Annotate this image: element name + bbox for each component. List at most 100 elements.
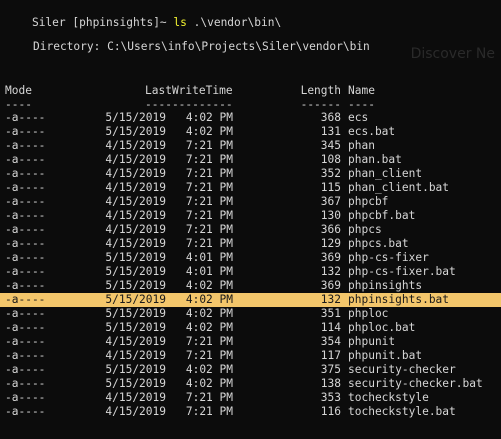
terminal-window[interactable]: Discover Ne Siler [phpinsights]~ ls .\ve… bbox=[0, 0, 501, 439]
file-name: phan_client.bat bbox=[348, 181, 450, 194]
file-time: 7:21 PM bbox=[185, 405, 233, 418]
file-row[interactable]: -a---- 5/15/2019 4:02 PM 375 security-checke… bbox=[0, 363, 501, 377]
file-row[interactable]: -a---- 4/15/2019 7:21 PM 108 phan.bat bbox=[0, 153, 501, 167]
file-row[interactable]: -a---- 4/15/2019 7:21 PM 366 phpcs bbox=[0, 223, 501, 237]
sep-lastwrite: ------------- bbox=[145, 98, 233, 111]
file-date: 5/15/2019 bbox=[105, 279, 166, 292]
file-date: 5/15/2019 bbox=[105, 307, 166, 320]
file-date: 4/15/2019 bbox=[105, 405, 166, 418]
file-date: 4/15/2019 bbox=[105, 167, 166, 180]
file-mode: -a---- bbox=[5, 167, 46, 180]
file-name: php-cs-fixer.bat bbox=[348, 265, 456, 278]
file-mode: -a---- bbox=[5, 125, 46, 138]
file-mode: -a---- bbox=[5, 181, 46, 194]
file-row[interactable]: -a---- 4/15/2019 7:21 PM 353 tocheckstyle bbox=[0, 391, 501, 405]
file-row[interactable]: -a---- 4/15/2019 7:21 PM 352 phan_client bbox=[0, 167, 501, 181]
file-date: 5/15/2019 bbox=[105, 321, 166, 334]
file-mode: -a---- bbox=[5, 153, 46, 166]
file-time: 4:02 PM bbox=[185, 377, 233, 390]
file-row[interactable]: -a---- 4/15/2019 7:21 PM 117 phpunit.bat bbox=[0, 349, 501, 363]
sep-length: ------ bbox=[300, 98, 341, 111]
file-length: 130 bbox=[320, 209, 341, 222]
file-name: php-cs-fixer bbox=[348, 251, 429, 264]
header-name: Name bbox=[348, 84, 375, 97]
file-time: 4:02 PM bbox=[185, 279, 233, 292]
file-row[interactable]: -a---- 4/15/2019 7:21 PM 354 phpunit bbox=[0, 335, 501, 349]
file-name: phploc bbox=[348, 307, 389, 320]
file-row[interactable]: -a---- 5/15/2019 4:01 PM 369 php-cs-fixer bbox=[0, 251, 501, 265]
sep-mode: ---- bbox=[5, 98, 32, 111]
file-row[interactable]: -a---- 4/15/2019 7:21 PM 367 phpcbf bbox=[0, 195, 501, 209]
file-mode: -a---- bbox=[5, 363, 46, 376]
file-length: 131 bbox=[320, 125, 341, 138]
file-length: 116 bbox=[320, 405, 341, 418]
file-date: 5/15/2019 bbox=[105, 125, 166, 138]
file-time: 4:02 PM bbox=[185, 307, 233, 320]
file-name: phan.bat bbox=[348, 153, 402, 166]
file-name: phpunit bbox=[348, 335, 396, 348]
file-time: 4:02 PM bbox=[185, 363, 233, 376]
file-mode: -a---- bbox=[5, 237, 46, 250]
prompt-line: Siler [phpinsights]~ ls .\vendor\bin\ bbox=[5, 2, 281, 29]
file-mode: -a---- bbox=[5, 139, 46, 152]
file-date: 5/15/2019 bbox=[105, 251, 166, 264]
file-row[interactable]: -a---- 4/15/2019 7:21 PM 345 phan bbox=[0, 139, 501, 153]
file-row[interactable]: -a---- 5/15/2019 4:02 PM 131 ecs.bat bbox=[0, 125, 501, 139]
column-separators: ---- ------------- ------ ---- bbox=[5, 98, 495, 112]
file-date: 4/15/2019 bbox=[105, 391, 166, 404]
file-mode: -a---- bbox=[5, 405, 46, 418]
file-date: 4/15/2019 bbox=[105, 139, 166, 152]
directory-line: Directory: C:\Users\info\Projects\Siler\… bbox=[33, 40, 370, 53]
file-length: 375 bbox=[320, 363, 341, 376]
file-length: 108 bbox=[320, 153, 341, 166]
file-time: 4:02 PM bbox=[185, 321, 233, 334]
command-name: ls bbox=[173, 16, 187, 29]
file-length: 352 bbox=[320, 167, 341, 180]
prompt-text: Siler [phpinsights]~ bbox=[31, 16, 174, 29]
header-length: Length bbox=[300, 84, 341, 97]
file-mode: -a---- bbox=[5, 391, 46, 404]
file-name: phpunit.bat bbox=[348, 349, 423, 362]
file-date: 4/15/2019 bbox=[105, 223, 166, 236]
file-time: 4:01 PM bbox=[185, 265, 233, 278]
file-name: phploc.bat bbox=[348, 321, 416, 334]
file-date: 4/15/2019 bbox=[105, 335, 166, 348]
file-length: 132 bbox=[320, 265, 341, 278]
file-name: phpinsights.bat bbox=[348, 293, 450, 306]
file-row[interactable]: -a---- 5/15/2019 4:02 PM 138 security-checke… bbox=[0, 377, 501, 391]
file-mode: -a---- bbox=[5, 223, 46, 236]
file-name: phpcbf.bat bbox=[348, 209, 416, 222]
file-row[interactable]: -a---- 5/15/2019 4:02 PM 114 phploc.bat bbox=[0, 321, 501, 335]
file-length: 117 bbox=[320, 349, 341, 362]
file-row[interactable]: -a---- 5/15/2019 4:02 PM 351 phploc bbox=[0, 307, 501, 321]
file-row[interactable]: -a---- 4/15/2019 7:21 PM 116 tocheckstyle.ba… bbox=[0, 405, 501, 419]
file-date: 4/15/2019 bbox=[105, 195, 166, 208]
file-name: tocheckstyle bbox=[348, 391, 429, 404]
file-mode: -a---- bbox=[5, 335, 46, 348]
file-row[interactable]: -a---- 4/15/2019 7:21 PM 115 phan_client.bat bbox=[0, 181, 501, 195]
file-date: 5/15/2019 bbox=[105, 363, 166, 376]
file-mode: -a---- bbox=[5, 209, 46, 222]
file-mode: -a---- bbox=[5, 293, 46, 306]
file-mode: -a---- bbox=[5, 279, 46, 292]
file-length: 114 bbox=[320, 321, 341, 334]
file-name: phan bbox=[348, 139, 375, 152]
file-mode: -a---- bbox=[5, 251, 46, 264]
file-mode: -a---- bbox=[5, 377, 46, 390]
file-row[interactable]: -a---- 5/15/2019 4:02 PM 369 phpinsights bbox=[0, 279, 501, 293]
file-time: 7:21 PM bbox=[185, 209, 233, 222]
file-row[interactable]: -a---- 4/15/2019 7:21 PM 129 phpcs.bat bbox=[0, 237, 501, 251]
file-row[interactable]: -a---- 4/15/2019 7:21 PM 130 phpcbf.bat bbox=[0, 209, 501, 223]
file-name: phpcs bbox=[348, 223, 382, 236]
file-date: 4/15/2019 bbox=[105, 181, 166, 194]
file-length: 367 bbox=[320, 195, 341, 208]
file-row[interactable]: -a---- 5/15/2019 4:02 PM 368 ecs bbox=[0, 111, 501, 125]
file-date: 4/15/2019 bbox=[105, 349, 166, 362]
file-row[interactable]: -a---- 5/15/2019 4:01 PM 132 php-cs-fixer.ba… bbox=[0, 265, 501, 279]
file-row-selected[interactable]: -a---- 5/15/2019 4:02 PM 132 phpinsights.bat bbox=[0, 293, 501, 307]
file-length: 138 bbox=[320, 377, 341, 390]
file-length: 132 bbox=[320, 293, 341, 306]
column-headers: Mode LastWriteTime Length Name bbox=[5, 84, 495, 98]
file-mode: -a---- bbox=[5, 195, 46, 208]
file-name: phpcbf bbox=[348, 195, 389, 208]
